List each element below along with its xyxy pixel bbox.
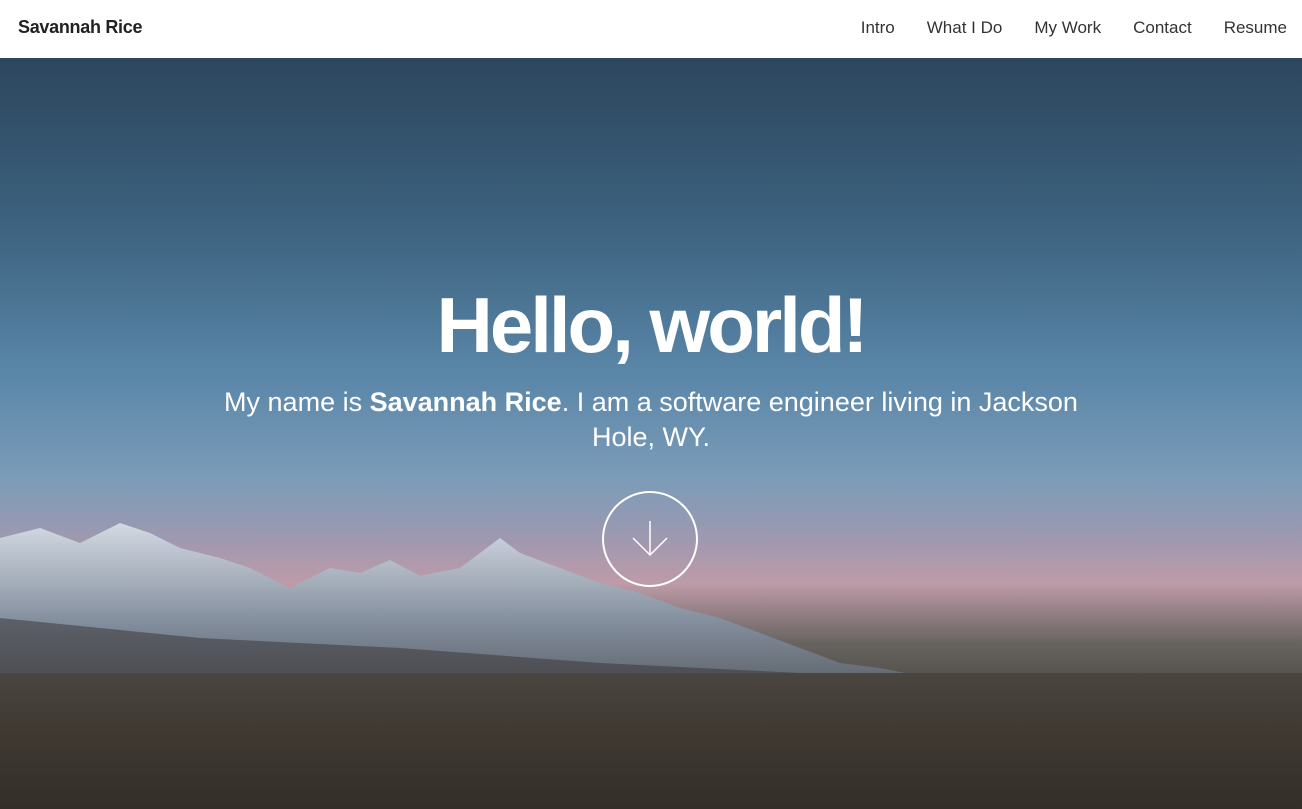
subtitle-name: Savannah Rice bbox=[369, 387, 562, 417]
site-header: Savannah Rice Intro What I Do My Work Co… bbox=[0, 0, 1302, 58]
nav-item-resume[interactable]: Resume bbox=[1224, 18, 1287, 38]
nav-item-contact[interactable]: Contact bbox=[1133, 18, 1192, 38]
nav-item-my-work[interactable]: My Work bbox=[1034, 18, 1101, 38]
main-nav: Intro What I Do My Work Contact Resume bbox=[829, 18, 1287, 38]
subtitle-prefix: My name is bbox=[224, 387, 370, 417]
nav-item-what-i-do[interactable]: What I Do bbox=[927, 18, 1003, 38]
hero-section: Hello, world! My name is Savannah Rice. … bbox=[0, 58, 1302, 809]
scroll-down-button[interactable] bbox=[602, 491, 698, 587]
arrow-down-icon bbox=[632, 521, 668, 557]
hero-title: Hello, world! bbox=[436, 281, 869, 369]
subtitle-suffix: . I am a software engineer living in Jac… bbox=[561, 387, 1078, 452]
hero-content: Hello, world! My name is Savannah Rice. … bbox=[0, 283, 1302, 455]
hero-subtitle: My name is Savannah Rice. I am a softwar… bbox=[201, 385, 1101, 455]
nav-item-intro[interactable]: Intro bbox=[861, 18, 895, 38]
site-logo[interactable]: Savannah Rice bbox=[18, 17, 142, 38]
